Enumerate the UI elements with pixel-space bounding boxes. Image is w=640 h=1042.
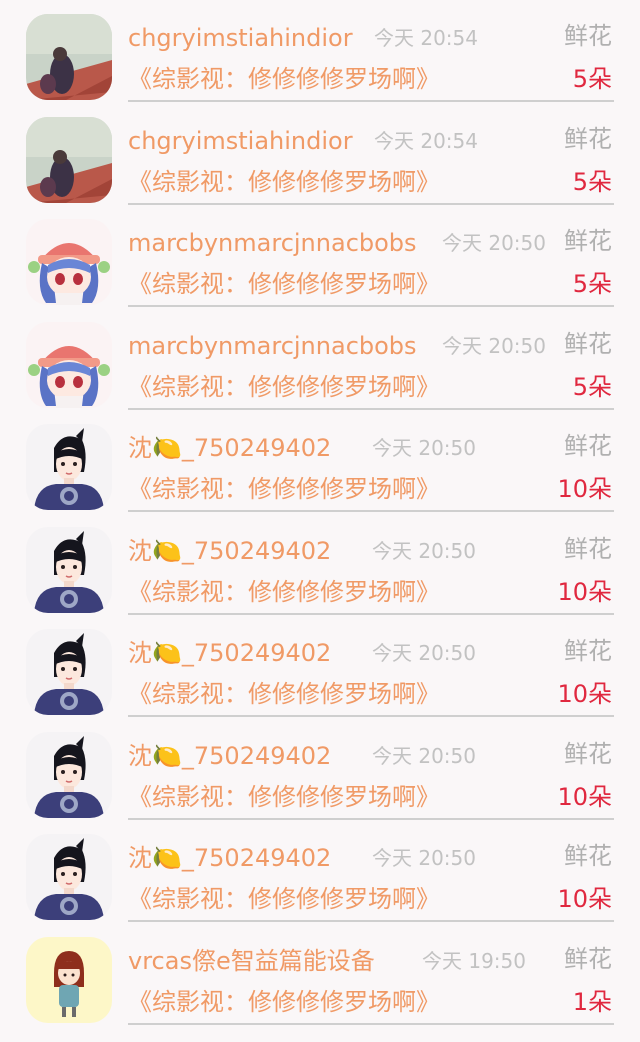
user-name[interactable]: 沈🍋_750249402 <box>128 740 331 772</box>
user-name[interactable]: marcbynmarcjnnacbobs <box>128 330 417 362</box>
warrior-avatar[interactable] <box>26 526 112 613</box>
gift-type-label: 鲜花 <box>564 637 612 665</box>
timestamp: 今天 19:50 <box>422 948 526 973</box>
user-name[interactable]: vrcas傺e智益篇能设备 <box>128 945 375 977</box>
book-title-link[interactable]: 《综影视：修修修修罗场啊》 <box>128 165 440 199</box>
user-name[interactable]: 沈🍋_750249402 <box>128 432 331 464</box>
gift-type-label: 鲜花 <box>564 739 612 768</box>
gift-count: 5朵 <box>572 372 612 401</box>
warrior-avatar[interactable] <box>26 834 112 920</box>
photo-avatar[interactable] <box>26 14 112 100</box>
list-item[interactable]: 沈🍋_750249402 今天 20:50 鲜花《综影视：修修修修罗场啊》 10朵 <box>0 718 640 820</box>
warrior-avatar[interactable] <box>26 731 112 818</box>
timestamp: 今天 20:54 <box>374 26 478 50</box>
list-item[interactable]: 沈🍋_750249402 今天 20:50 鲜花《综影视：修修修修罗场啊》 10朵 <box>0 513 640 615</box>
row-divider <box>128 1022 614 1025</box>
gift-type-label: 鲜花 <box>564 944 612 973</box>
user-name[interactable]: chgryimstiahindior <box>128 125 353 157</box>
user-name[interactable]: 沈🍋_750249402 <box>128 535 331 567</box>
photo-avatar[interactable] <box>26 116 112 203</box>
timestamp: 今天 20:50 <box>442 231 546 255</box>
gift-type-label: 鲜花 <box>564 534 612 563</box>
timestamp: 今天 20:50 <box>372 538 476 563</box>
user-name[interactable]: 沈🍋_750249402 <box>128 637 331 669</box>
warrior-avatar[interactable] <box>26 629 112 715</box>
book-title-link[interactable]: 《综影视：修修修修罗场啊》 <box>128 62 440 96</box>
list-item[interactable]: marcbynmarcjnnacbobs 今天 20:50 鲜花《综影视：修修修修罗… <box>0 308 640 410</box>
list-item[interactable]: chgryimstiahindior 今天 20:54 鲜花《综影视：修修修修罗场啊… <box>0 103 640 205</box>
gift-type-label: 鲜花 <box>564 432 612 460</box>
book-title-link[interactable]: 《综影视：修修修修罗场啊》 <box>128 472 440 506</box>
list-item[interactable]: 沈🍋_750249402 今天 20:50 鲜花《综影视：修修修修罗场啊》 10朵 <box>0 615 640 717</box>
book-title-link[interactable]: 《综影视：修修修修罗场啊》 <box>128 370 440 404</box>
gift-type-label: 鲜花 <box>564 329 612 358</box>
gift-type-label: 鲜花 <box>564 227 612 255</box>
gift-type-label: 鲜花 <box>564 842 612 870</box>
book-title-link[interactable]: 《综影视：修修修修罗场啊》 <box>128 882 440 916</box>
gift-count: 1朵 <box>572 987 612 1016</box>
list-item[interactable]: marcbynmarcjnnacbobs 今天 20:50 鲜花《综影视：修修修修罗… <box>0 205 640 307</box>
timestamp: 今天 20:50 <box>372 436 476 460</box>
timestamp: 今天 20:54 <box>374 128 478 153</box>
gift-count: 5朵 <box>572 270 612 298</box>
timestamp: 今天 20:50 <box>372 743 476 768</box>
timestamp: 今天 20:50 <box>442 333 546 358</box>
gift-count: 10朵 <box>557 782 612 811</box>
gift-type-label: 鲜花 <box>564 22 612 50</box>
gift-count: 10朵 <box>557 885 612 913</box>
gift-type-label: 鲜花 <box>564 124 612 153</box>
user-name[interactable]: marcbynmarcjnnacbobs <box>128 227 417 259</box>
gift-count: 5朵 <box>572 65 612 93</box>
timestamp: 今天 20:50 <box>372 846 476 870</box>
book-title-link[interactable]: 《综影视：修修修修罗场啊》 <box>128 780 440 814</box>
gift-count: 5朵 <box>572 167 612 196</box>
list-item[interactable]: chgryimstiahindior 今天 20:54 鲜花《综影视：修修修修罗场啊… <box>0 0 640 102</box>
list-item[interactable]: 沈🍋_750249402 今天 20:50 鲜花《综影视：修修修修罗场啊》 10朵 <box>0 410 640 512</box>
list-item[interactable]: 沈🍋_750249402 今天 20:50 鲜花《综影视：修修修修罗场啊》 10朵 <box>0 820 640 922</box>
book-title-link[interactable]: 《综影视：修修修修罗场啊》 <box>128 267 440 301</box>
anime-girl-avatar[interactable] <box>26 321 112 408</box>
anime-girl-avatar[interactable] <box>26 219 112 305</box>
list-item[interactable]: vrcas傺e智益篇能设备 今天 19:50 鲜花《综影视：修修修修罗场啊》 1朵 <box>0 923 640 1025</box>
user-name[interactable]: chgryimstiahindior <box>128 22 353 54</box>
timestamp: 今天 20:50 <box>372 641 476 665</box>
book-title-link[interactable]: 《综影视：修修修修罗场啊》 <box>128 677 440 711</box>
warrior-avatar[interactable] <box>26 424 112 510</box>
book-title-link[interactable]: 《综影视：修修修修罗场啊》 <box>128 985 440 1019</box>
gift-count: 10朵 <box>557 577 612 606</box>
gift-count: 10朵 <box>557 475 612 503</box>
user-name[interactable]: 沈🍋_750249402 <box>128 842 331 874</box>
cartoon-girl-avatar[interactable] <box>26 936 112 1023</box>
gift-count: 10朵 <box>557 680 612 708</box>
book-title-link[interactable]: 《综影视：修修修修罗场啊》 <box>128 575 440 609</box>
gift-record-list: chgryimstiahindior 今天 20:54 鲜花 《综影视：修修修修罗场啊… <box>0 0 640 1042</box>
